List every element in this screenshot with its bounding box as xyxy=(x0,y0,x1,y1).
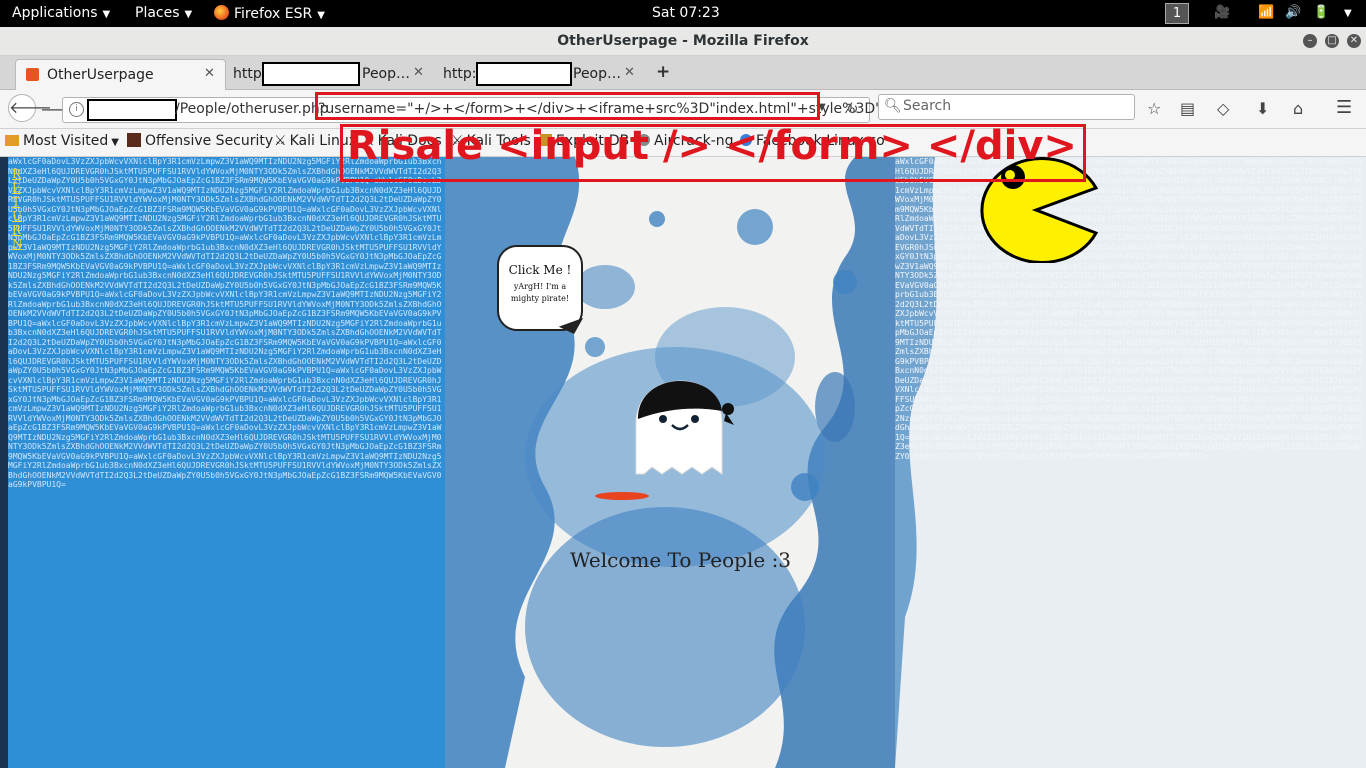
redaction-box xyxy=(87,99,177,121)
offsec-icon xyxy=(127,133,141,147)
folder-icon xyxy=(5,135,19,146)
maximize-icon[interactable]: □ xyxy=(1325,34,1339,48)
kali-dragon-icon: ⚔ xyxy=(274,133,287,149)
tab-label: http: xyxy=(443,66,477,82)
encoded-text-block: aWxlcGF0aDovL3VzZXJpbWcvVXNlclBpY3R1cmVz… xyxy=(895,157,1363,461)
firefox-label: Firefox ESR xyxy=(234,6,313,22)
reading-list-icon[interactable]: ▤ xyxy=(1180,99,1195,118)
bubble-title: Click Me ! xyxy=(508,263,572,277)
annotation-text: Risale <input /> </form> </div> xyxy=(347,123,1077,169)
welcome-heading: Welcome To People :3 xyxy=(570,548,792,572)
places-label: Places xyxy=(135,5,180,21)
url-path: /People/otheruser.php xyxy=(175,101,329,117)
tab-otheruserpage[interactable]: OtherUserpage ✕ xyxy=(15,59,226,90)
bookmark-offensive-security[interactable]: Offensive Security xyxy=(127,133,273,149)
window-title: OtherUserpage - Mozilla Firefox xyxy=(557,33,809,49)
places-menu[interactable]: Places ▼ xyxy=(135,5,192,21)
downloads-icon[interactable]: ⬇ xyxy=(1256,99,1269,118)
page-favicon-icon xyxy=(26,68,39,81)
workspace-indicator[interactable]: 1 xyxy=(1165,3,1189,24)
encoded-text-column-left: aWxlcGF0aDovL3VzZXJpbWcvVXNlclBpY3R1cmVz… xyxy=(8,157,445,768)
firefox-app-menu[interactable]: Firefox ESR ▼ xyxy=(214,5,325,22)
applications-menu[interactable]: Applications ▼ xyxy=(12,5,110,21)
left-edge-pattern xyxy=(0,157,8,768)
window-titlebar: OtherUserpage - Mozilla Firefox – □ ✕ xyxy=(0,27,1366,56)
search-icon: 🔍︎ xyxy=(884,98,902,114)
encoded-text-block: aWxlcGF0aDovL3VzZXJpbWcvVXNlclBpY3R1cmVz… xyxy=(8,157,442,489)
chevron-down-icon: ▼ xyxy=(184,9,193,20)
redaction-box xyxy=(262,62,360,86)
tab-label: OtherUserpage xyxy=(47,67,154,83)
back-icon[interactable]: 🡐 xyxy=(8,94,52,122)
chevron-down-icon: ▼ xyxy=(111,137,119,148)
volume-icon[interactable]: 🔊 xyxy=(1285,5,1301,20)
close-tab-icon[interactable]: ✕ xyxy=(413,65,424,80)
encoded-text-column-right: aWxlcGF0aDovL3VzZXJpbWcvVXNlclBpY3R1cmVz… xyxy=(895,157,1366,768)
tab-label-suffix: Peop… xyxy=(573,66,622,82)
tab-bar: OtherUserpage ✕ http Peop… ✕ http: Peop…… xyxy=(0,56,1366,90)
annotation-url-highlight xyxy=(315,92,820,120)
wifi-icon[interactable]: 📶 xyxy=(1258,5,1274,20)
bookmark-label: Offensive Security xyxy=(145,133,274,149)
ghost-shadow xyxy=(595,492,649,500)
gnome-top-bar: Applications ▼ Places ▼ Firefox ESR ▼ Sat 0… xyxy=(0,0,1366,27)
clock[interactable]: Sat 07:23 xyxy=(652,5,720,21)
close-tab-icon[interactable]: ✕ xyxy=(624,65,635,80)
bookmark-star-icon[interactable]: ☆ xyxy=(1147,99,1161,118)
firefox-icon xyxy=(214,5,229,20)
click-me-speech-bubble[interactable]: Click Me ! yArgH! I'm a mighty pirate! xyxy=(497,245,583,331)
chevron-down-icon: ▼ xyxy=(102,9,111,20)
bookmark-most-visited[interactable]: Most Visited ▼ xyxy=(5,133,119,149)
battery-icon[interactable]: 🔋 xyxy=(1313,5,1329,20)
reload-icon[interactable]: ↻ xyxy=(846,100,859,118)
redaction-box xyxy=(476,62,572,86)
search-placeholder: Search xyxy=(903,98,952,114)
home-icon[interactable]: ⌂ xyxy=(1293,99,1303,118)
applications-label: Applications xyxy=(12,5,98,21)
close-icon[interactable]: ✕ xyxy=(1347,34,1361,48)
tab-label: http xyxy=(233,66,262,82)
tab-label-suffix: Peop… xyxy=(362,66,411,82)
new-tab-icon[interactable]: + xyxy=(656,62,670,82)
close-tab-icon[interactable]: ✕ xyxy=(204,66,215,81)
chevron-down-icon: ▼ xyxy=(317,10,325,21)
info-icon[interactable]: i xyxy=(69,102,84,117)
bookmark-label: Most Visited xyxy=(23,133,109,149)
tab-people-3[interactable]: http: Peop… ✕ xyxy=(435,59,645,89)
pirate-ghost-icon[interactable] xyxy=(630,379,740,479)
pocket-icon[interactable]: ◇ xyxy=(1217,99,1229,118)
minimize-icon[interactable]: – xyxy=(1303,34,1317,48)
search-input[interactable]: 🔍︎ Search xyxy=(878,94,1135,120)
tab-people-2[interactable]: http Peop… ✕ xyxy=(225,59,433,89)
hamburger-menu-icon[interactable]: ☰ xyxy=(1336,97,1352,118)
bubble-text: yArgH! I'm a mighty pirate! xyxy=(510,282,570,303)
page-content: aWxlcGF0aDovL3VzZXJpbWcvVXNlclBpY3R1cmVz… xyxy=(0,157,1366,768)
return-link[interactable]: RETURN xyxy=(12,167,23,251)
video-icon[interactable]: 🎥 xyxy=(1214,5,1230,20)
chevron-down-icon[interactable]: ▼ xyxy=(1344,8,1352,19)
